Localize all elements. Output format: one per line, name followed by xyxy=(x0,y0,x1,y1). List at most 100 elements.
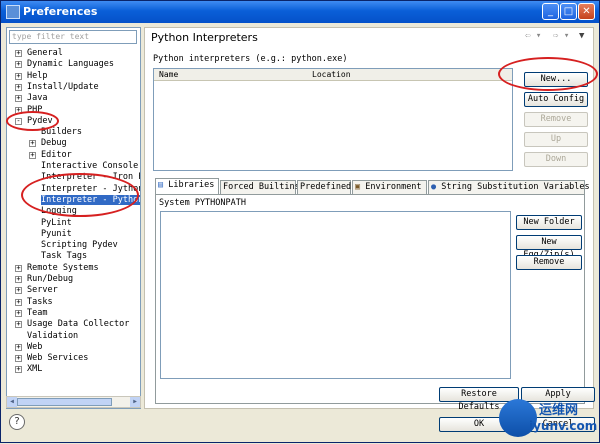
scroll-left-arrow[interactable]: ◀ xyxy=(7,397,17,407)
tree-item-label: Interactive Console xyxy=(41,161,139,171)
tree-item[interactable]: Pyunit xyxy=(41,229,72,240)
interpreters-label: Python interpreters (e.g.: python.exe) xyxy=(153,54,348,64)
expand-icon[interactable]: + xyxy=(15,95,22,103)
back-arrow-icon[interactable]: ⇦ ▾ xyxy=(525,31,541,41)
forward-arrow-icon[interactable]: ⇨ ▾ xyxy=(553,31,569,41)
tree-item-label: Remote Systems xyxy=(27,262,99,273)
tree-item[interactable]: Scripting Pydev xyxy=(41,240,118,251)
expand-icon[interactable]: + xyxy=(15,343,22,351)
tree-item-label: Server xyxy=(27,285,58,296)
collapse-icon[interactable]: - xyxy=(15,117,22,125)
tree-horizontal-scrollbar[interactable]: ◀ ▶ xyxy=(6,396,141,408)
tree-item-label: Tasks xyxy=(27,296,53,307)
watermark: 运维网 iyunv.com xyxy=(499,397,600,444)
window-title: Preferences xyxy=(23,5,98,18)
tree-item[interactable]: + Dynamic Languages xyxy=(15,59,114,70)
tree-item-label: Interpreter - Iron Py xyxy=(41,172,141,183)
col-location[interactable]: Location xyxy=(312,69,351,80)
tree-item-label: Builders xyxy=(41,127,82,138)
expand-icon[interactable]: + xyxy=(15,83,22,91)
auto-config-button[interactable]: Auto Config xyxy=(524,92,588,107)
app-icon xyxy=(6,5,20,19)
expand-icon[interactable]: + xyxy=(15,355,22,363)
tree-item[interactable]: + Run/Debug xyxy=(15,274,74,285)
new-folder-button[interactable]: New Folder xyxy=(516,215,582,230)
interpreters-table[interactable]: Name Location xyxy=(153,68,513,171)
tree-item[interactable]: + Usage Data Collector xyxy=(15,319,129,330)
tree-item[interactable]: Builders xyxy=(41,127,82,138)
tree-item-label: Java xyxy=(27,93,48,104)
help-icon[interactable]: ? xyxy=(9,414,25,430)
remove-path-button[interactable]: Remove xyxy=(516,255,582,270)
tree-item[interactable]: Task Tags xyxy=(41,251,87,262)
tree-item[interactable]: Interpreter - Python xyxy=(41,194,140,206)
expand-icon[interactable]: + xyxy=(29,151,36,159)
expand-icon[interactable]: + xyxy=(15,366,22,374)
expand-icon[interactable]: + xyxy=(29,140,36,148)
down-button[interactable]: Down xyxy=(524,152,588,167)
tree-item-label: Validation xyxy=(27,330,79,341)
scroll-right-arrow[interactable]: ▶ xyxy=(130,397,140,407)
up-button[interactable]: Up xyxy=(524,132,588,147)
col-name[interactable]: Name xyxy=(159,69,178,80)
expand-icon[interactable]: + xyxy=(15,321,22,329)
tree-item[interactable]: + Team xyxy=(15,308,47,319)
tree-item-label: Run/Debug xyxy=(27,274,74,284)
globe-icon: ● xyxy=(431,182,437,192)
tree-item[interactable]: PyLint xyxy=(41,218,72,229)
scroll-thumb[interactable] xyxy=(17,398,112,406)
expand-icon[interactable]: + xyxy=(15,61,22,69)
expand-icon[interactable]: + xyxy=(15,72,22,80)
tree-item[interactable]: Validation xyxy=(27,331,78,342)
expand-icon[interactable]: + xyxy=(15,276,22,283)
view-menu-icon[interactable]: ▼ xyxy=(579,31,584,41)
tree-item[interactable]: + General xyxy=(15,48,63,59)
expand-icon[interactable]: + xyxy=(15,50,22,57)
expand-icon[interactable]: + xyxy=(15,298,22,306)
new-interpreter-button[interactable]: New... xyxy=(524,72,588,87)
tree-item-label: Editor xyxy=(41,149,72,160)
tree-item[interactable]: + Remote Systems xyxy=(15,262,99,274)
expand-icon[interactable]: + xyxy=(15,106,22,114)
main-panel: Python Interpreters ⇦ ▾ ⇨ ▾ ▼ Python int… xyxy=(144,27,594,409)
tab-string-substitution[interactable]: ● String Substitution Variables xyxy=(428,180,590,194)
tree-item[interactable]: Logging xyxy=(41,206,77,217)
tree-item[interactable]: + Java xyxy=(15,93,48,104)
tree-item[interactable]: + Editor xyxy=(29,149,72,161)
tree-item[interactable]: Interpreter - Jython xyxy=(41,184,140,195)
new-egg-zip-button[interactable]: New Egg/Zip(s) xyxy=(516,235,582,260)
tree-item[interactable]: + Debug xyxy=(29,138,67,149)
tree-item[interactable]: + Install/Update xyxy=(15,82,99,93)
close-button[interactable]: ✕ xyxy=(578,3,595,20)
tree-item[interactable]: + PHP xyxy=(15,105,42,116)
pythonpath-list[interactable] xyxy=(160,211,511,379)
tab-predefined[interactable]: Predefined xyxy=(297,180,351,194)
tab-libraries[interactable]: ▤ Libraries xyxy=(155,178,219,195)
remove-interpreter-button[interactable]: Remove xyxy=(524,112,588,127)
tab-forced-builtins[interactable]: Forced Builtins xyxy=(220,180,300,194)
tree-item-label: General xyxy=(27,48,63,58)
expand-icon[interactable]: + xyxy=(15,287,22,295)
tree-item-label: Task Tags xyxy=(41,251,88,262)
tree-item-label: XML xyxy=(27,364,43,375)
tree-item[interactable]: + Web Services xyxy=(15,353,88,364)
table-header: Name Location xyxy=(154,69,512,81)
tree-item-label: Interpreter - Python xyxy=(41,194,140,205)
tree-item[interactable]: Interactive Console xyxy=(41,161,138,172)
expand-icon[interactable]: + xyxy=(15,264,22,272)
tree-item[interactable]: Interpreter - Iron Py xyxy=(41,172,141,183)
tree-item-label: Debug xyxy=(41,138,67,149)
tree-item[interactable]: + Help xyxy=(15,71,47,82)
tree-item[interactable]: + Server xyxy=(15,285,58,296)
filter-input[interactable]: type filter text xyxy=(9,30,137,44)
tree-item[interactable]: + Tasks xyxy=(15,296,53,308)
title-bar[interactable]: Preferences _ □ ✕ xyxy=(1,1,599,23)
tree-item[interactable]: + Web xyxy=(15,342,42,353)
maximize-button[interactable]: □ xyxy=(560,3,577,20)
watermark-line1: 运维网 xyxy=(539,403,579,418)
expand-icon[interactable]: + xyxy=(15,309,22,317)
minimize-button[interactable]: _ xyxy=(542,3,559,20)
tree-item[interactable]: - Pydev xyxy=(15,116,53,127)
tree-item[interactable]: + XML xyxy=(15,364,43,375)
tab-environment[interactable]: ▣ Environment xyxy=(352,180,427,194)
